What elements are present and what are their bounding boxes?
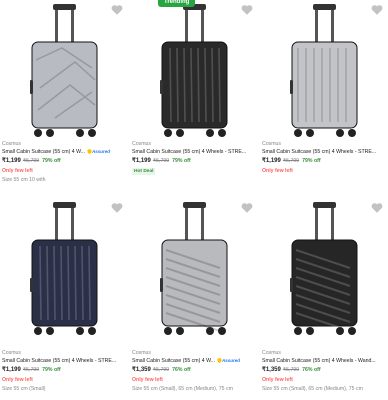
sale-price: ₹1,359 xyxy=(132,367,151,373)
product-image[interactable] xyxy=(0,0,129,140)
product-image[interactable] xyxy=(0,198,129,338)
discount-percent: 79% off xyxy=(42,158,61,164)
product-image[interactable] xyxy=(130,198,259,338)
hot-deal-badge: Hot Deal xyxy=(132,167,156,176)
price-row: ₹1,359 ₹5,799 76% off xyxy=(262,367,388,375)
stock-status: Only few left xyxy=(2,167,33,174)
product-image[interactable] xyxy=(260,198,388,338)
product-info: Cosmus Small Cabin Suitcase (55 cm) 4 W..… xyxy=(132,350,259,393)
sale-price: ₹1,199 xyxy=(132,158,151,164)
product-title-text[interactable]: Small Cabin Suitcase (55 cm) 4 Wheels - … xyxy=(2,358,116,365)
product-title-text[interactable]: Small Cabin Suitcase (55 cm) 4 Wheels - … xyxy=(132,149,246,156)
price-row: ₹1,359 ₹5,799 76% off xyxy=(132,367,259,375)
product-title[interactable]: Small Cabin Suitcase (55 cm) 4 Wheels - … xyxy=(262,149,388,156)
wishlist-heart-icon[interactable] xyxy=(241,3,253,15)
sale-price: ₹1,199 xyxy=(2,367,21,373)
sale-price: ₹1,359 xyxy=(262,367,281,373)
product-card[interactable]: Cosmus Small Cabin Suitcase (55 cm) 4 Whe… xyxy=(260,198,388,398)
product-image[interactable] xyxy=(260,0,388,140)
discount-percent: 79% off xyxy=(172,158,191,164)
product-brand: Cosmus xyxy=(262,141,282,147)
stock-status: Only few left xyxy=(132,376,163,383)
product-card[interactable]: Cosmus Small Cabin Suitcase (55 cm) 4 Whe… xyxy=(260,0,388,200)
product-title[interactable]: Small Cabin Suitcase (55 cm) 4 Wheels - … xyxy=(2,358,129,365)
product-card[interactable]: Cosmus Small Cabin Suitcase (55 cm) 4 Whe… xyxy=(0,198,129,398)
product-info: Cosmus Small Cabin Suitcase (55 cm) 4 Whe… xyxy=(2,350,129,393)
discount-percent: 76% off xyxy=(172,367,191,373)
assured-badge: Assured xyxy=(87,148,111,155)
discount-percent: 79% off xyxy=(42,367,61,373)
original-price: ₹5,799 xyxy=(22,158,40,164)
original-price: ₹5,799 xyxy=(282,158,300,164)
trending-badge: Trending xyxy=(158,0,196,7)
product-brand: Cosmus xyxy=(132,141,152,147)
original-price: ₹5,799 xyxy=(282,367,300,373)
discount-percent: 79% off xyxy=(302,158,321,164)
product-image[interactable] xyxy=(130,0,259,140)
size-options: Size 55 cm (Small), 65 cm (Medium), 75 c… xyxy=(132,386,233,392)
wishlist-heart-icon[interactable] xyxy=(371,201,383,213)
product-title[interactable]: Small Cabin Suitcase (55 cm) 4 Wheels - … xyxy=(262,358,388,365)
original-price: ₹5,799 xyxy=(152,158,170,164)
sale-price: ₹1,199 xyxy=(2,158,21,164)
product-title[interactable]: Small Cabin Suitcase (55 cm) 4 W... Assur… xyxy=(132,358,259,365)
size-options: Size 55 cm 10 with xyxy=(2,177,46,183)
stock-status: Only few left xyxy=(2,376,33,383)
wishlist-heart-icon[interactable] xyxy=(111,201,123,213)
stock-status: Only few left xyxy=(262,376,293,383)
product-brand: Cosmus xyxy=(2,141,22,147)
assured-label: Assured xyxy=(92,148,111,154)
price-row: ₹1,199 ₹5,799 79% off xyxy=(2,158,129,166)
discount-percent: 76% off xyxy=(302,367,321,373)
size-options: Size 55 cm (Small) xyxy=(2,386,46,392)
product-title-text[interactable]: Small Cabin Suitcase (55 cm) 4 W... xyxy=(132,358,215,365)
product-card[interactable]: Cosmus Small Cabin Suitcase (55 cm) 4 W..… xyxy=(130,198,259,398)
sale-price: ₹1,199 xyxy=(262,158,281,164)
product-title-text[interactable]: Small Cabin Suitcase (55 cm) 4 Wheels - … xyxy=(262,149,376,156)
product-card[interactable]: Trending Cosmus Small Cabin Suitcase (55 c… xyxy=(130,0,259,200)
price-row: ₹1,199 ₹5,799 79% off xyxy=(132,158,259,166)
product-title[interactable]: Small Cabin Suitcase (55 cm) 4 W... Assur… xyxy=(2,149,129,156)
size-options: Size 55 cm (Small), 65 cm (Medium), 75 c… xyxy=(262,386,363,392)
original-price: ₹5,799 xyxy=(152,367,170,373)
product-title[interactable]: Small Cabin Suitcase (55 cm) 4 Wheels - … xyxy=(132,149,259,156)
wishlist-heart-icon[interactable] xyxy=(371,3,383,15)
product-info: Cosmus Small Cabin Suitcase (55 cm) 4 Whe… xyxy=(262,141,388,174)
product-title-text[interactable]: Small Cabin Suitcase (55 cm) 4 Wheels - … xyxy=(262,358,376,365)
assured-badge: Assured xyxy=(217,357,241,364)
original-price: ₹5,799 xyxy=(22,367,40,373)
product-title-text[interactable]: Small Cabin Suitcase (55 cm) 4 W... xyxy=(2,149,85,156)
wishlist-heart-icon[interactable] xyxy=(241,201,253,213)
product-brand: Cosmus xyxy=(262,350,282,356)
product-card[interactable]: Cosmus Small Cabin Suitcase (55 cm) 4 W..… xyxy=(0,0,129,200)
product-brand: Cosmus xyxy=(2,350,22,356)
price-row: ₹1,199 ₹5,799 79% off xyxy=(2,367,129,375)
stock-status: Only few left xyxy=(262,167,293,174)
product-info: Cosmus Small Cabin Suitcase (55 cm) 4 W..… xyxy=(2,141,129,184)
price-row: ₹1,199 ₹5,799 79% off xyxy=(262,158,388,166)
product-info: Cosmus Small Cabin Suitcase (55 cm) 4 Whe… xyxy=(132,141,259,176)
wishlist-heart-icon[interactable] xyxy=(111,3,123,15)
product-info: Cosmus Small Cabin Suitcase (55 cm) 4 Whe… xyxy=(262,350,388,393)
product-grid: Cosmus Small Cabin Suitcase (55 cm) 4 W..… xyxy=(0,0,388,400)
assured-label: Assured xyxy=(222,357,241,363)
product-brand: Cosmus xyxy=(132,350,152,356)
